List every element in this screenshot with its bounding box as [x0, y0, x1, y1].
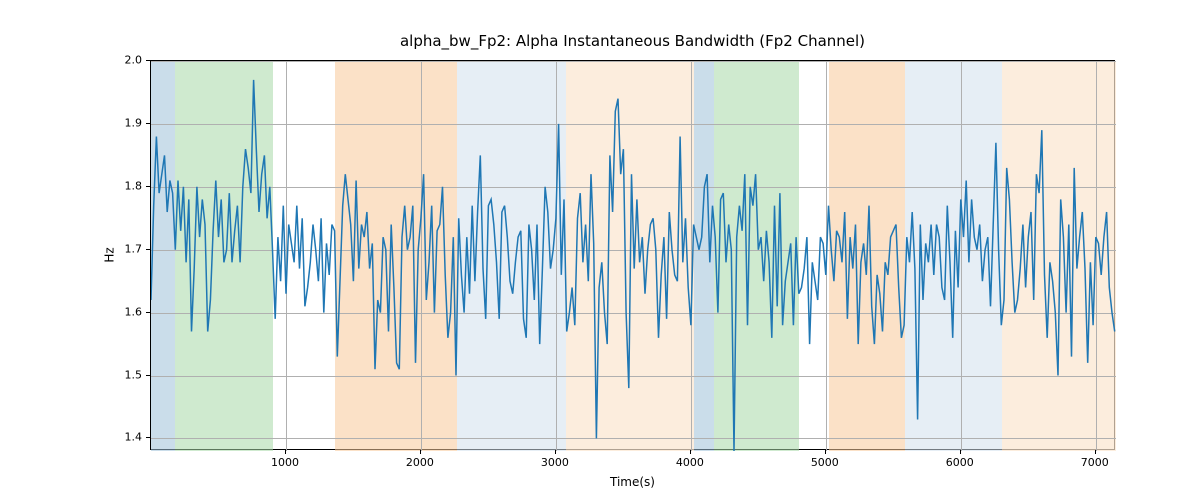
x-tick-mark	[555, 450, 556, 454]
x-tick-mark	[960, 450, 961, 454]
y-tick-label: 1.4	[125, 431, 143, 444]
x-axis-label: Time(s)	[150, 475, 1115, 489]
line-series	[151, 61, 1116, 451]
y-tick-mark	[146, 60, 150, 61]
y-tick-mark	[146, 123, 150, 124]
y-tick-label: 1.5	[125, 368, 143, 381]
x-tick-label: 6000	[946, 456, 974, 469]
x-tick-mark	[285, 450, 286, 454]
x-tick-label: 1000	[271, 456, 299, 469]
x-tick-mark	[1095, 450, 1096, 454]
x-tick-mark	[420, 450, 421, 454]
y-tick-mark	[146, 312, 150, 313]
y-tick-mark	[146, 249, 150, 250]
y-tick-label: 1.8	[125, 179, 143, 192]
x-tick-label: 4000	[676, 456, 704, 469]
x-tick-mark	[690, 450, 691, 454]
y-tick-label: 1.7	[125, 242, 143, 255]
y-axis-label: Hz	[102, 60, 117, 450]
y-tick-label: 2.0	[125, 54, 143, 67]
chart-container	[150, 60, 1115, 450]
x-tick-label: 2000	[406, 456, 434, 469]
x-tick-label: 3000	[541, 456, 569, 469]
x-tick-mark	[825, 450, 826, 454]
y-tick-label: 1.9	[125, 116, 143, 129]
x-tick-label: 5000	[811, 456, 839, 469]
chart-title: alpha_bw_Fp2: Alpha Instantaneous Bandwi…	[150, 32, 1115, 50]
y-tick-mark	[146, 186, 150, 187]
plot-area	[150, 60, 1115, 450]
y-tick-mark	[146, 375, 150, 376]
y-tick-mark	[146, 437, 150, 438]
x-tick-label: 7000	[1081, 456, 1109, 469]
y-tick-label: 1.6	[125, 305, 143, 318]
